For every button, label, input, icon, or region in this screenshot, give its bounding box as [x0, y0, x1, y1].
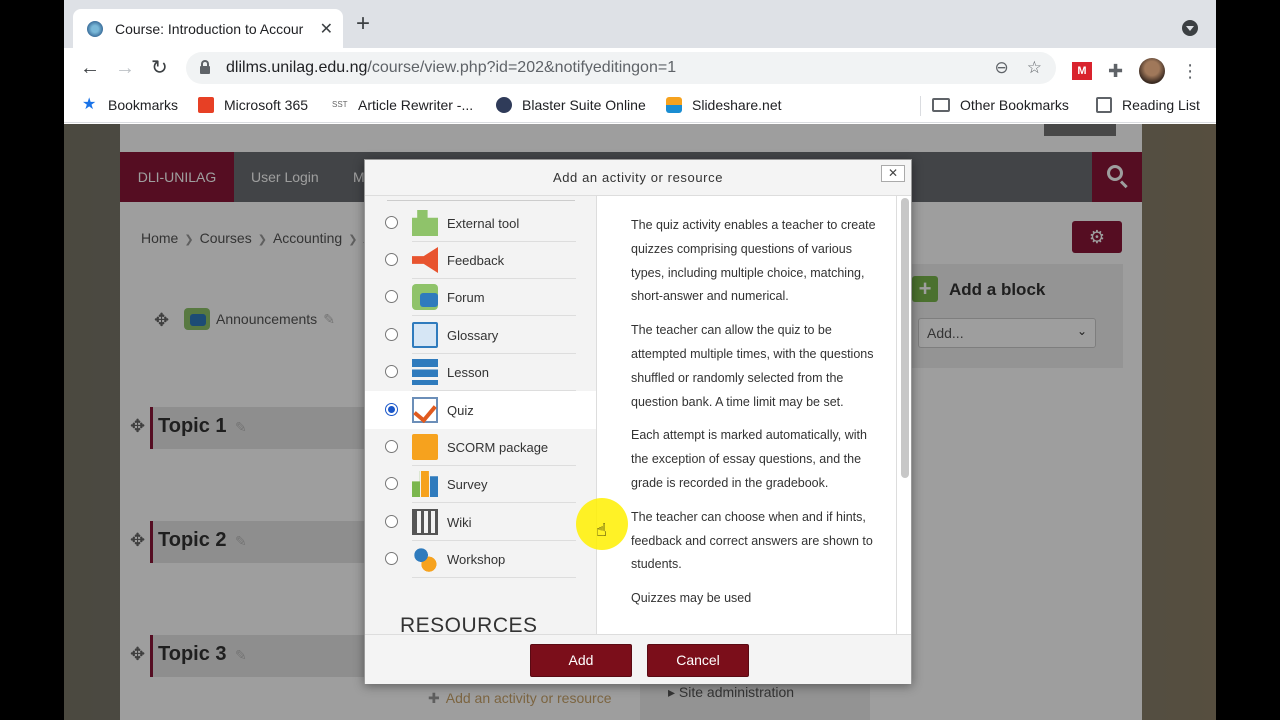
description-scrollbar[interactable]	[901, 198, 909, 478]
url-host: dlilms.unilag.edu.ng	[226, 59, 368, 76]
radio-button[interactable]	[385, 253, 398, 266]
browser-tab[interactable]: Course: Introduction to Accour ✕	[73, 9, 343, 48]
back-arrow-icon[interactable]: ←	[80, 56, 100, 80]
workshop-icon	[412, 546, 438, 572]
tab-strip: Course: Introduction to Accour ✕ +	[64, 0, 1216, 48]
letterbox-right	[1216, 0, 1280, 720]
hand-cursor-icon: ☝	[596, 520, 607, 540]
browser-menu-icon[interactable]: ⋮	[1181, 61, 1199, 82]
bookmarks-bar: ★ Bookmarks Microsoft 365 SST Article Re…	[64, 88, 1216, 123]
radio-button[interactable]	[385, 365, 398, 378]
mendeley-extension-icon[interactable]: M	[1072, 62, 1092, 80]
description-paragraph: The quiz activity enables a teacher to c…	[631, 218, 876, 304]
radio-button[interactable]	[385, 290, 398, 303]
modal-footer: Add Cancel	[365, 634, 911, 684]
external-tool-icon	[412, 210, 438, 236]
lock-icon	[200, 60, 210, 74]
radio-button[interactable]	[385, 328, 398, 341]
new-tab-button[interactable]: +	[356, 12, 370, 36]
tab-close-icon[interactable]: ✕	[320, 19, 333, 39]
reading-list-icon	[1096, 97, 1112, 113]
description-paragraph: The teacher can allow the quiz to be att…	[631, 323, 874, 409]
bookmark-article-rewriter[interactable]: SST Article Rewriter -...	[332, 97, 473, 113]
resources-heading: RESOURCES	[400, 614, 538, 634]
bookmark-microsoft-365[interactable]: Microsoft 365	[198, 97, 308, 113]
description-paragraph: The teacher can choose when and if hints…	[631, 509, 873, 572]
option-lesson[interactable]: Lesson	[365, 353, 596, 391]
bookmark-other-bookmarks[interactable]: Other Bookmarks	[932, 97, 1069, 113]
bookmark-blaster-suite[interactable]: Blaster Suite Online	[496, 97, 646, 113]
add-button[interactable]: Add	[530, 644, 632, 677]
microsoft-icon	[198, 97, 214, 113]
tab-title: Course: Introduction to Accour	[115, 20, 304, 37]
radio-button-checked[interactable]	[385, 403, 398, 416]
description-paragraph: Quizzes may be used	[631, 591, 752, 606]
radio-button[interactable]	[385, 440, 398, 453]
add-activity-modal: Add an activity or resource ✕ External t…	[364, 159, 912, 684]
scorm-icon	[412, 434, 438, 460]
blaster-icon	[496, 97, 512, 113]
letterbox-left	[0, 0, 64, 720]
address-bar[interactable]: dlilms.unilag.edu.ng/course/view.php?id=…	[186, 52, 1056, 84]
activity-description: The quiz activity enables a teacher to c…	[599, 196, 911, 634]
radio-button[interactable]	[385, 515, 398, 528]
profile-avatar[interactable]	[1139, 58, 1166, 84]
bookmark-slideshare[interactable]: Slideshare.net	[666, 97, 782, 113]
cancel-button[interactable]: Cancel	[647, 644, 749, 677]
option-glossary[interactable]: Glossary	[365, 316, 596, 354]
site-favicon-icon	[87, 20, 103, 37]
option-survey[interactable]: Survey	[365, 465, 596, 503]
option-workshop[interactable]: Workshop	[365, 540, 596, 578]
url-path: /course/view.php?id=202&notifyeditingon=…	[367, 59, 677, 76]
bookmarks-separator	[920, 96, 921, 116]
option-forum[interactable]: Forum	[365, 278, 596, 316]
lesson-icon	[412, 359, 438, 385]
sst-icon: SST	[332, 100, 348, 109]
zoom-icon[interactable]: ⊖	[995, 58, 1009, 78]
option-scorm-package[interactable]: SCORM package	[365, 428, 596, 466]
radio-button[interactable]	[385, 477, 398, 490]
browser-toolbar: ← → ↻ dlilms.unilag.edu.ng/course/view.p…	[64, 48, 1216, 88]
page-content: DLI-UNILAG User Login M Home ❯ Courses ❯ Acc…	[64, 124, 1216, 720]
browser-window: Course: Introduction to Accour ✕ + ← → ↻…	[64, 0, 1216, 720]
forward-arrow-icon[interactable]: →	[115, 56, 135, 80]
bookmark-bookmarks[interactable]: ★ Bookmarks	[82, 96, 178, 114]
wiki-icon	[412, 509, 438, 535]
extensions-puzzle-icon[interactable]: ✚	[1108, 61, 1123, 82]
slideshare-icon	[666, 97, 682, 113]
activity-options-list[interactable]: External tool Feedback Forum Glossary Le…	[365, 196, 597, 634]
feedback-icon	[412, 247, 438, 273]
modal-title: Add an activity or resource	[552, 170, 724, 185]
tab-search-icon[interactable]	[1182, 20, 1198, 36]
star-icon: ★	[82, 96, 97, 113]
radio-button[interactable]	[385, 216, 398, 229]
option-wiki[interactable]: Wiki	[365, 503, 596, 541]
modal-header: Add an activity or resource ✕	[365, 160, 911, 196]
forum-icon	[412, 284, 438, 310]
reload-icon[interactable]: ↻	[151, 56, 168, 80]
radio-button[interactable]	[385, 552, 398, 565]
modal-close-button[interactable]: ✕	[881, 165, 905, 182]
folder-icon	[932, 98, 950, 112]
option-external-tool[interactable]: External tool	[365, 204, 596, 242]
description-paragraph: Each attempt is marked automatically, wi…	[631, 428, 867, 490]
bookmark-star-icon[interactable]: ☆	[1027, 58, 1042, 78]
survey-icon	[412, 471, 438, 497]
option-quiz[interactable]: Quiz	[365, 391, 596, 429]
quiz-icon	[412, 397, 438, 423]
glossary-icon	[412, 322, 438, 348]
option-feedback[interactable]: Feedback	[365, 241, 596, 279]
bookmark-reading-list[interactable]: Reading List	[1096, 97, 1200, 113]
